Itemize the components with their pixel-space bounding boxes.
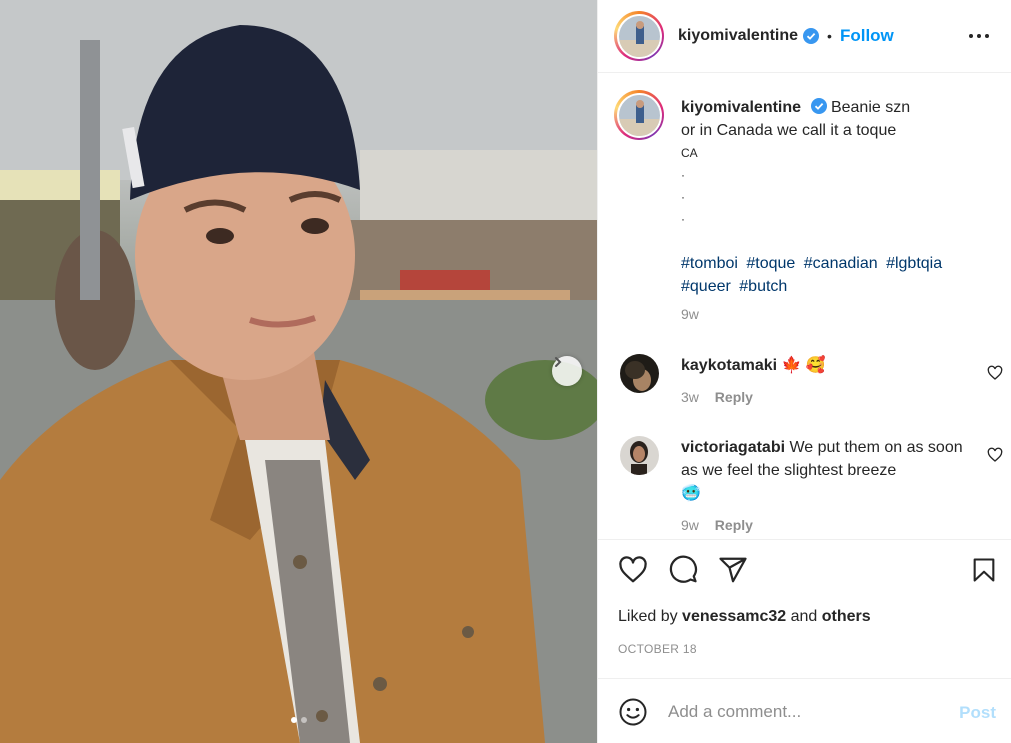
- hashtag-link[interactable]: #canadian: [804, 255, 878, 272]
- likes-conj: and: [790, 608, 818, 625]
- carousel-dot: [300, 717, 307, 723]
- photo-illustration: [0, 0, 597, 743]
- carousel-next-button[interactable]: [552, 356, 582, 386]
- caption-hashtags: #tomboi #toque #canadian #lgbtqia #queer…: [681, 252, 994, 298]
- bookmark-icon[interactable]: [970, 555, 998, 585]
- caption-dot: ·: [681, 212, 685, 226]
- caption-line-2: or in Canada we call it a toque: [681, 122, 897, 139]
- caption-flag: CA: [681, 146, 698, 160]
- hashtag-link[interactable]: #tomboi: [681, 255, 738, 272]
- liked-by-user[interactable]: venessamc32: [682, 608, 786, 625]
- hashtag-link[interactable]: #toque: [746, 255, 795, 272]
- comment-heart-icon[interactable]: [987, 365, 1003, 381]
- follow-button[interactable]: Follow: [840, 26, 894, 46]
- post-caption: kiyomivalentine Beanie szn or in Canada …: [614, 90, 994, 326]
- author-username[interactable]: kiyomivalentine: [678, 27, 798, 45]
- comment-item: kaykotamaki 🍁 🥰 3w Reply: [620, 354, 1003, 409]
- emoji-icon[interactable]: [618, 697, 648, 727]
- commenter-username[interactable]: kaykotamaki: [681, 357, 777, 374]
- caption-line-1: Beanie szn: [830, 99, 911, 116]
- add-comment-bar: Post: [598, 678, 1011, 743]
- caption-dot: ·: [681, 168, 685, 182]
- carousel-dot: [290, 717, 297, 723]
- avatar-image: [618, 94, 660, 136]
- author-avatar[interactable]: [614, 11, 664, 61]
- header-separator: •: [827, 28, 832, 44]
- likes-prefix: Liked by: [618, 608, 678, 625]
- caption-dot: ·: [681, 190, 685, 204]
- reply-button[interactable]: Reply: [715, 517, 753, 533]
- comment-timestamp[interactable]: 3w: [681, 389, 699, 405]
- post-comment-button[interactable]: Post: [959, 703, 996, 723]
- chevron-right-icon: [555, 357, 562, 367]
- commenter-avatar[interactable]: [620, 436, 659, 475]
- avatar-image: [620, 436, 659, 475]
- more-options-icon[interactable]: [967, 26, 991, 46]
- commenter-avatar[interactable]: [620, 354, 659, 393]
- comment-emoji: 🥶: [681, 485, 701, 502]
- caption-username[interactable]: kiyomivalentine: [681, 99, 801, 116]
- commenter-username[interactable]: victoriagatabi: [681, 439, 785, 456]
- heart-icon[interactable]: [618, 555, 648, 585]
- action-bar: [618, 555, 998, 591]
- post-header: kiyomivalentine • Follow: [598, 0, 1011, 73]
- verified-badge-icon: [810, 98, 827, 114]
- comment-heart-icon[interactable]: [987, 447, 1003, 463]
- likes-others-link[interactable]: others: [822, 608, 871, 625]
- caption-avatar[interactable]: [614, 90, 664, 140]
- avatar-image: [618, 15, 660, 57]
- avatar-image: [620, 354, 659, 393]
- comment-timestamp[interactable]: 9w: [681, 517, 699, 533]
- hashtag-link[interactable]: #lgbtqia: [886, 255, 942, 272]
- comment-item: victoriagatabi We put them on as soon as…: [620, 436, 1003, 537]
- reply-button[interactable]: Reply: [715, 389, 753, 405]
- caption-timestamp[interactable]: 9w: [681, 303, 994, 326]
- verified-badge-icon: [803, 28, 820, 44]
- hashtag-link[interactable]: #butch: [739, 278, 787, 295]
- likes-summary: Liked by venessamc32 and others: [618, 608, 871, 626]
- comments-list[interactable]: kiyomivalentine Beanie szn or in Canada …: [598, 74, 1011, 540]
- share-icon[interactable]: [718, 555, 748, 585]
- post-sidebar: kiyomivalentine • Follow kiyomivalentine…: [597, 0, 1011, 743]
- post-date[interactable]: OCTOBER 18: [618, 642, 697, 656]
- hashtag-link[interactable]: #queer: [681, 278, 731, 295]
- comment-icon[interactable]: [668, 555, 698, 585]
- post-photo: [0, 0, 597, 743]
- comment-input[interactable]: [668, 699, 938, 725]
- comment-text: 🍁 🥰: [781, 357, 826, 374]
- carousel-indicator: [0, 717, 597, 723]
